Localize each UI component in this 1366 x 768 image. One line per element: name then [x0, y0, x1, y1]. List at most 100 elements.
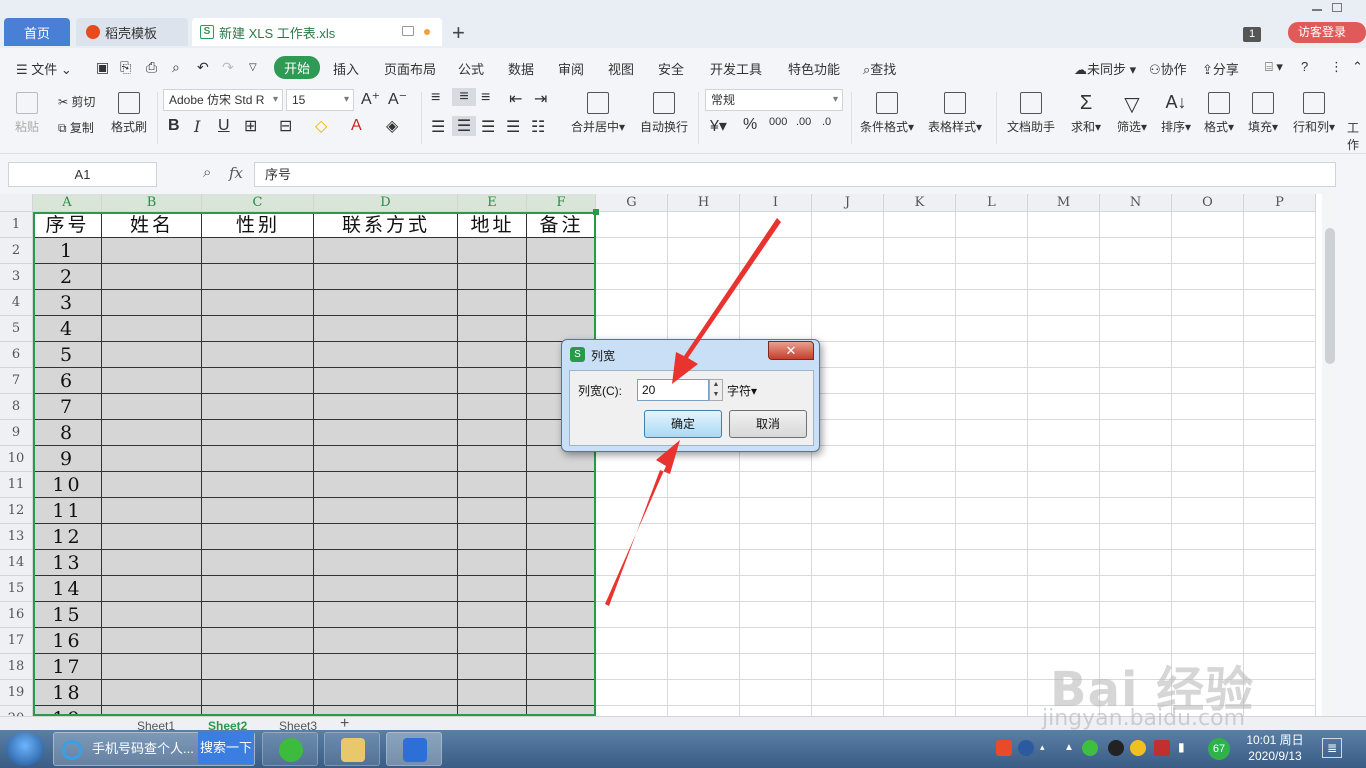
column-header[interactable]: P — [1244, 194, 1316, 212]
table-cell[interactable] — [102, 420, 202, 446]
table-cell[interactable] — [458, 316, 527, 342]
table-cell[interactable] — [1172, 368, 1244, 394]
bold-icon[interactable]: B — [168, 117, 180, 135]
table-cell[interactable] — [314, 680, 458, 706]
table-cell[interactable] — [884, 264, 956, 290]
row-header[interactable]: 16 — [0, 602, 33, 628]
taskbar-explorer[interactable] — [324, 732, 380, 766]
table-cell[interactable] — [884, 498, 956, 524]
table-cell[interactable] — [102, 238, 202, 264]
menu-home-tab[interactable]: 开始 — [274, 56, 321, 79]
new-tab-button[interactable]: + — [452, 20, 465, 46]
table-cell[interactable] — [527, 628, 596, 654]
table-cell[interactable] — [527, 264, 596, 290]
table-cell[interactable] — [1244, 290, 1316, 316]
table-cell[interactable] — [596, 602, 668, 628]
ok-button[interactable]: 确定 — [644, 410, 722, 438]
table-cell[interactable] — [458, 420, 527, 446]
align-right-icon[interactable]: ☰ — [481, 117, 495, 137]
table-cell[interactable] — [884, 420, 956, 446]
table-cell[interactable] — [1100, 394, 1172, 420]
table-cell[interactable] — [458, 394, 527, 420]
table-cell[interactable] — [1244, 472, 1316, 498]
table-cell[interactable] — [1028, 368, 1100, 394]
table-cell[interactable] — [1244, 628, 1316, 654]
table-cell[interactable] — [1028, 420, 1100, 446]
table-cell[interactable] — [668, 550, 740, 576]
table-cell[interactable] — [884, 368, 956, 394]
table-cell[interactable] — [202, 654, 314, 680]
menu-formulas[interactable]: 公式 — [458, 59, 484, 78]
table-cell[interactable] — [527, 472, 596, 498]
table-cell[interactable] — [1028, 264, 1100, 290]
table-cell[interactable] — [740, 524, 812, 550]
table-cell[interactable] — [956, 706, 1028, 716]
table-cell[interactable] — [202, 498, 314, 524]
table-cell[interactable] — [1100, 706, 1172, 716]
table-cell[interactable] — [596, 680, 668, 706]
table-cell[interactable] — [668, 290, 740, 316]
table-cell[interactable] — [740, 576, 812, 602]
table-cell[interactable] — [740, 706, 812, 716]
sum-button[interactable]: Σ 求和▾ — [1068, 92, 1104, 135]
table-cell[interactable] — [202, 576, 314, 602]
table-cell[interactable] — [1172, 524, 1244, 550]
action-center-icon[interactable]: ≣ — [1322, 738, 1342, 758]
table-cell[interactable] — [314, 628, 458, 654]
table-cell[interactable] — [202, 628, 314, 654]
table-cell[interactable] — [1172, 498, 1244, 524]
name-box[interactable]: A1 — [8, 162, 157, 187]
table-cell[interactable] — [458, 550, 527, 576]
table-cell[interactable] — [1172, 680, 1244, 706]
row-header[interactable]: 4 — [0, 290, 33, 316]
table-cell[interactable] — [458, 654, 527, 680]
row-col-button[interactable]: 行和列▾ — [1290, 92, 1338, 135]
table-cell[interactable] — [202, 290, 314, 316]
table-cell[interactable] — [458, 628, 527, 654]
menu-view[interactable]: 视图 — [608, 59, 634, 78]
table-cell[interactable] — [1100, 680, 1172, 706]
filter-button[interactable]: ▽ 筛选▾ — [1114, 92, 1150, 135]
table-cell[interactable] — [102, 342, 202, 368]
thousands-icon[interactable]: 000 — [769, 116, 787, 128]
table-cell[interactable] — [1172, 290, 1244, 316]
table-cell[interactable] — [1100, 238, 1172, 264]
table-cell[interactable] — [956, 446, 1028, 472]
table-cell[interactable] — [812, 446, 884, 472]
table-cell[interactable] — [668, 238, 740, 264]
table-cell[interactable] — [956, 680, 1028, 706]
table-cell[interactable] — [1244, 264, 1316, 290]
column-header[interactable]: G — [596, 194, 668, 212]
table-cell[interactable] — [1244, 706, 1316, 716]
table-cell[interactable] — [956, 524, 1028, 550]
width-spinner[interactable]: ▲ ▼ — [709, 379, 723, 401]
table-cell[interactable] — [1172, 212, 1244, 238]
table-cell[interactable] — [1028, 550, 1100, 576]
table-cell[interactable] — [1172, 628, 1244, 654]
table-cell[interactable] — [314, 394, 458, 420]
fill-color-icon[interactable]: ◇ — [315, 116, 327, 136]
table-cell[interactable] — [314, 238, 458, 264]
table-cell[interactable] — [1028, 524, 1100, 550]
table-cell[interactable] — [458, 706, 527, 716]
table-cell[interactable] — [527, 238, 596, 264]
table-cell[interactable] — [740, 550, 812, 576]
refresh-tray-icon[interactable] — [1082, 740, 1098, 756]
print-preview-icon[interactable]: ⌕ — [172, 59, 180, 76]
table-cell[interactable] — [1244, 550, 1316, 576]
table-cell[interactable] — [884, 472, 956, 498]
table-cell[interactable] — [102, 394, 202, 420]
table-cell[interactable] — [668, 602, 740, 628]
table-cell[interactable] — [458, 264, 527, 290]
table-cell[interactable] — [668, 576, 740, 602]
underline-icon[interactable]: U — [218, 117, 230, 135]
table-cell[interactable] — [102, 706, 202, 716]
table-cell[interactable] — [956, 420, 1028, 446]
table-cell[interactable] — [1172, 394, 1244, 420]
table-cell[interactable] — [812, 524, 884, 550]
unit-dropdown[interactable]: 字符▾ — [727, 382, 757, 399]
table-cell[interactable] — [740, 628, 812, 654]
windows-start-button[interactable] — [6, 732, 44, 766]
row-header[interactable]: 11 — [0, 472, 33, 498]
selection-fill-handle[interactable] — [593, 209, 599, 215]
